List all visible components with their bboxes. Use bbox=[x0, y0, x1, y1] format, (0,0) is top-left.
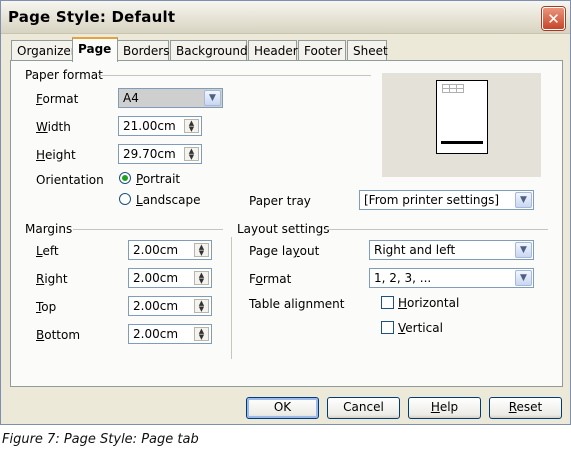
page-preview-sheet bbox=[436, 80, 488, 154]
portrait-label[interactable]: Portrait bbox=[136, 172, 180, 186]
tab-page[interactable]: Page bbox=[72, 37, 118, 62]
margins-heading: Margins bbox=[25, 222, 73, 236]
paper-tray-select[interactable]: [From printer settings] ▼ bbox=[359, 190, 534, 210]
orientation-label: Orientation bbox=[36, 173, 104, 187]
tab-organizer[interactable]: Organizer bbox=[11, 40, 76, 61]
layout-settings-heading: Layout settings bbox=[237, 222, 330, 236]
paper-tray-label: Paper tray bbox=[249, 194, 311, 208]
spinner-icon[interactable]: ▲ ▼ bbox=[194, 243, 209, 257]
paper-format-divider bbox=[98, 75, 371, 76]
landscape-label[interactable]: Landscape bbox=[136, 193, 200, 207]
tab-sheet[interactable]: Sheet bbox=[347, 40, 388, 61]
margin-right-value: 2.00cm bbox=[133, 271, 179, 285]
margin-bottom-field[interactable]: 2.00cm ▲ ▼ bbox=[128, 324, 212, 344]
page-preview-table bbox=[442, 84, 464, 93]
chevron-down-icon[interactable]: ▼ bbox=[515, 270, 532, 286]
chevron-down-icon[interactable]: ▼ bbox=[515, 242, 532, 258]
vertical-checkbox[interactable] bbox=[381, 321, 394, 334]
margin-left-label: Left bbox=[36, 244, 59, 258]
tab-background[interactable]: Background bbox=[170, 40, 248, 61]
page-layout-select[interactable]: Right and left ▼ bbox=[369, 240, 534, 260]
horizontal-checkbox[interactable] bbox=[381, 296, 394, 309]
margin-left-value: 2.00cm bbox=[133, 243, 179, 257]
chevron-down-icon[interactable]: ▼ bbox=[515, 192, 532, 208]
vertical-separator bbox=[231, 237, 232, 359]
margins-divider bbox=[73, 229, 223, 230]
margin-right-label: Right bbox=[36, 272, 68, 286]
figure-caption: Figure 7: Page Style: Page tab bbox=[2, 432, 199, 447]
numbering-format-label: Format bbox=[249, 272, 292, 286]
ok-button[interactable]: OK bbox=[246, 397, 319, 419]
spinner-icon[interactable]: ▲ ▼ bbox=[194, 271, 209, 285]
cancel-button[interactable]: Cancel bbox=[327, 397, 400, 419]
numbering-format-select[interactable]: 1, 2, 3, ... ▼ bbox=[369, 268, 534, 288]
margin-top-label: Top bbox=[36, 300, 57, 314]
page-layout-label: Page layout bbox=[249, 244, 320, 258]
height-field[interactable]: 29.70cm ▲ ▼ bbox=[118, 144, 202, 164]
tab-header[interactable]: Header bbox=[248, 40, 298, 61]
dialog-title: Page Style: Default bbox=[8, 8, 176, 26]
close-icon: ✕ bbox=[547, 9, 560, 28]
spinner-icon[interactable]: ▲ ▼ bbox=[184, 119, 199, 133]
width-value: 21.00cm bbox=[123, 119, 176, 133]
chevron-down-icon[interactable]: ▼ bbox=[204, 90, 221, 106]
margin-bottom-value: 2.00cm bbox=[133, 327, 179, 341]
paper-format-heading: Paper format bbox=[25, 68, 103, 82]
portrait-radio[interactable] bbox=[119, 172, 131, 184]
tab-borders[interactable]: Borders bbox=[117, 40, 169, 61]
spinner-icon[interactable]: ▲ ▼ bbox=[184, 147, 199, 161]
numbering-format-value: 1, 2, 3, ... bbox=[374, 271, 432, 285]
reset-button[interactable]: Reset bbox=[489, 397, 562, 419]
format-label: Format bbox=[36, 92, 79, 106]
close-button[interactable]: ✕ bbox=[542, 7, 565, 30]
width-field[interactable]: 21.00cm ▲ ▼ bbox=[118, 116, 202, 136]
format-select[interactable]: A4 ▼ bbox=[118, 88, 223, 108]
layout-settings-divider bbox=[324, 229, 548, 230]
margin-left-field[interactable]: 2.00cm ▲ ▼ bbox=[128, 240, 212, 260]
vertical-label[interactable]: Vertical bbox=[398, 321, 443, 335]
format-select-value: A4 bbox=[123, 91, 139, 105]
width-label: Width bbox=[36, 120, 71, 134]
horizontal-label[interactable]: Horizontal bbox=[398, 296, 459, 310]
spinner-icon[interactable]: ▲ ▼ bbox=[194, 299, 209, 313]
margin-top-field[interactable]: 2.00cm ▲ ▼ bbox=[128, 296, 212, 316]
page-preview-footer-line bbox=[441, 141, 483, 144]
landscape-radio[interactable] bbox=[119, 193, 131, 205]
page-layout-value: Right and left bbox=[374, 243, 456, 257]
title-bar[interactable]: Page Style: Default ✕ bbox=[1, 1, 570, 34]
height-label: Height bbox=[36, 148, 76, 162]
tab-footer[interactable]: Footer bbox=[298, 40, 346, 61]
margin-right-field[interactable]: 2.00cm ▲ ▼ bbox=[128, 268, 212, 288]
page-preview bbox=[382, 73, 541, 177]
table-alignment-label: Table alignment bbox=[249, 297, 345, 311]
paper-tray-value: [From printer settings] bbox=[364, 193, 500, 207]
margin-bottom-label: Bottom bbox=[36, 328, 81, 342]
dialog-window: Page Style: Default ✕ Organizer Page Bor… bbox=[0, 0, 571, 425]
spinner-icon[interactable]: ▲ ▼ bbox=[194, 327, 209, 341]
margin-top-value: 2.00cm bbox=[133, 299, 179, 313]
help-button[interactable]: Help bbox=[408, 397, 481, 419]
height-value: 29.70cm bbox=[123, 147, 176, 161]
